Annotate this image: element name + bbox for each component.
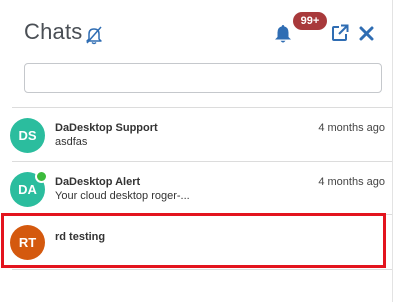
chat-item-dadesktop-support[interactable]: DS DaDesktop Support 4 months ago asdfas: [0, 109, 392, 161]
external-link-icon[interactable]: [331, 24, 349, 42]
online-status-dot: [35, 170, 48, 183]
bell-icon[interactable]: [274, 24, 292, 44]
divider: [12, 269, 392, 270]
chat-time: 4 months ago: [318, 176, 385, 188]
chat-item-dadesktop-alert[interactable]: DA DaDesktop Alert 4 months ago Your clo…: [0, 163, 392, 215]
chat-name: DaDesktop Alert: [55, 176, 141, 188]
search-input[interactable]: [24, 63, 382, 93]
chat-name: DaDesktop Support: [55, 122, 158, 134]
bell-slash-icon[interactable]: [84, 25, 104, 45]
page-title: Chats: [24, 19, 83, 44]
close-icon[interactable]: [359, 26, 374, 41]
chat-preview: Your cloud desktop roger-...: [55, 190, 190, 202]
avatar: DS: [10, 118, 45, 153]
divider: [12, 161, 392, 162]
selection-highlight: [1, 213, 386, 268]
chats-panel: Chats 99+ DS DaDesktop Support 4 months …: [0, 0, 403, 302]
chat-preview: asdfas: [55, 136, 88, 148]
panel-divider: [392, 0, 393, 302]
chat-time: 4 months ago: [318, 122, 385, 134]
divider: [12, 107, 392, 108]
notification-count-badge: 99+: [293, 12, 327, 30]
